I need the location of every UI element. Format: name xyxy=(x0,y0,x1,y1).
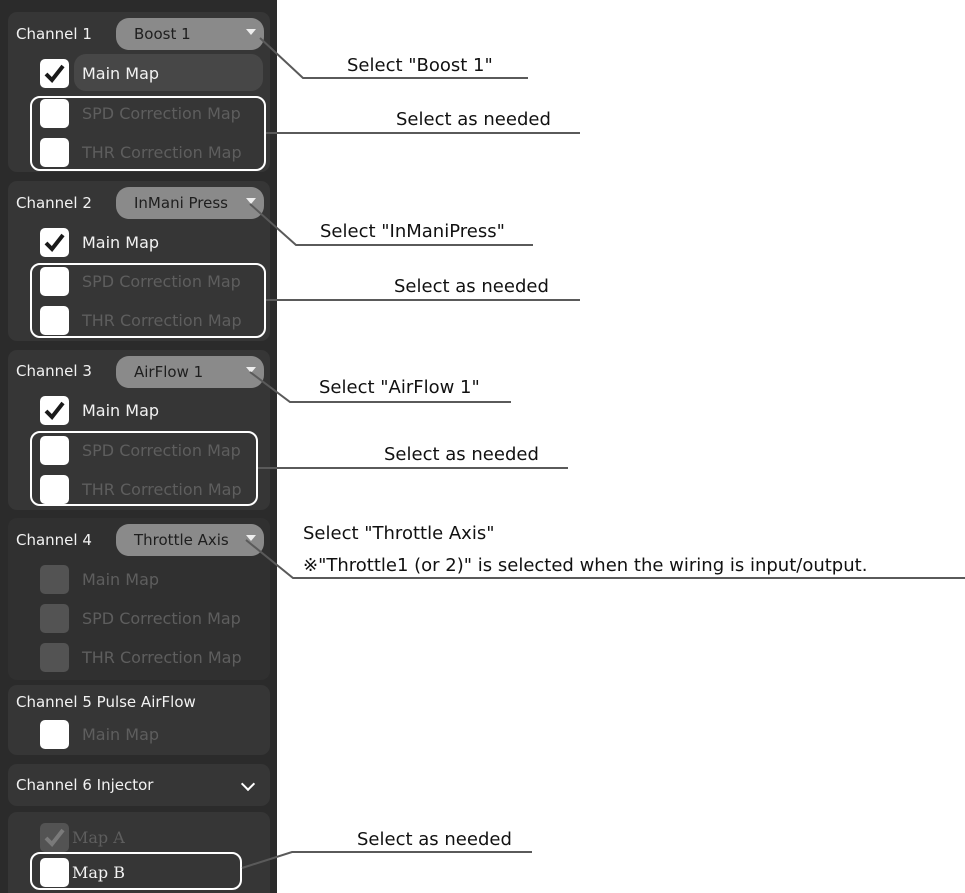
note-channel-2-select: Select "InManiPress" xyxy=(320,221,505,242)
note-channel-2-as-needed: Select as needed xyxy=(394,276,549,297)
note-channel-1-as-needed: Select as needed xyxy=(396,109,551,130)
note-channel-3-select: Select "AirFlow 1" xyxy=(319,377,480,398)
note-channel-4-wiring: ※"Throttle1 (or 2)" is selected when the… xyxy=(303,555,868,576)
note-channel-3-as-needed: Select as needed xyxy=(384,444,539,465)
note-channel-6-as-needed: Select as needed xyxy=(357,829,512,850)
note-channel-4-select: Select "Throttle Axis" xyxy=(303,523,495,544)
note-channel-1-select: Select "Boost 1" xyxy=(347,55,493,76)
